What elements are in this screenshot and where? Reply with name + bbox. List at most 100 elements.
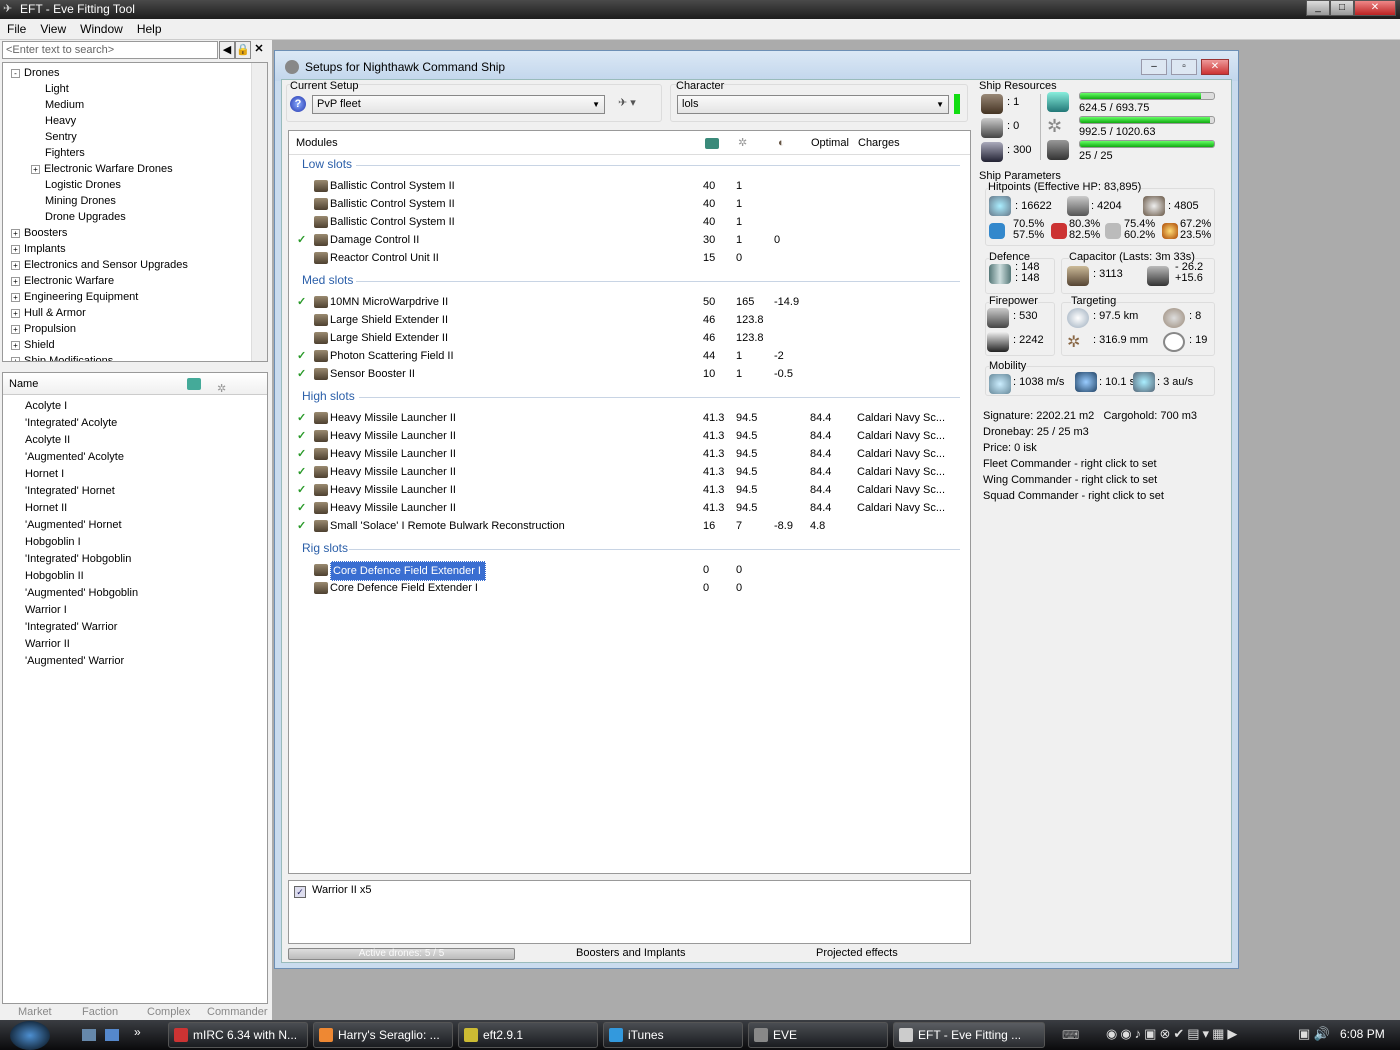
online-check-icon[interactable]: ✓: [297, 445, 306, 463]
drone-checkbox[interactable]: ✓: [294, 886, 306, 898]
minimize-button[interactable]: _: [1306, 0, 1330, 16]
tree-node[interactable]: Light: [45, 81, 69, 97]
menu-view[interactable]: View: [33, 19, 73, 39]
taskbar-button[interactable]: EFT - Eve Fitting ...: [893, 1022, 1045, 1048]
tree-node[interactable]: + Hull & Armor: [11, 305, 86, 321]
tab-boosters-implants[interactable]: Boosters and Implants: [576, 947, 685, 959]
tree-node[interactable]: Medium: [45, 97, 84, 113]
tree-node[interactable]: + Electronic Warfare: [11, 273, 114, 289]
expand-icon[interactable]: +: [11, 260, 20, 270]
module-row[interactable]: ✓ Heavy Missile Launcher II 41.3 94.5 84.4 Ca…: [289, 499, 970, 517]
tree-node[interactable]: Sentry: [45, 129, 77, 145]
tab-complex[interactable]: Complex: [147, 1006, 190, 1018]
setup-select[interactable]: PvP fleet ▼: [312, 95, 605, 114]
back-icon[interactable]: ◀: [219, 41, 235, 59]
tree-node[interactable]: Drone Upgrades: [45, 209, 126, 225]
tree-node[interactable]: - Drones: [11, 65, 59, 81]
clock[interactable]: 6:08 PM: [1340, 1027, 1385, 1041]
list-item[interactable]: 'Augmented' Hobgoblin: [25, 585, 138, 602]
expand-icon[interactable]: +: [11, 308, 20, 318]
module-row[interactable]: Ballistic Control System II 40 1: [289, 195, 970, 213]
tab-market[interactable]: Market: [18, 1006, 52, 1018]
expand-icon[interactable]: +: [11, 356, 20, 361]
network-volume-icon[interactable]: ▣ 🔊: [1298, 1026, 1330, 1042]
show-desktop-icon[interactable]: [82, 1029, 96, 1041]
start-button[interactable]: [10, 1021, 50, 1050]
module-row[interactable]: ✓ Photon Scattering Field II 44 1 -2: [289, 347, 970, 365]
tray-icons[interactable]: ◉◉♪▣⊗✔▤▾▦▶: [1106, 1026, 1240, 1042]
column-optimal[interactable]: Optimal: [811, 131, 849, 155]
online-check-icon[interactable]: ✓: [297, 463, 306, 481]
module-row[interactable]: ✓ Heavy Missile Launcher II 41.3 94.5 84.4 Ca…: [289, 463, 970, 481]
child-minimize-button[interactable]: –: [1141, 59, 1167, 75]
list-item[interactable]: Hobgoblin I: [25, 534, 81, 551]
taskbar-button[interactable]: Harry's Seraglio: ...: [313, 1022, 453, 1048]
list-item[interactable]: 'Augmented' Warrior: [25, 653, 124, 670]
character-select[interactable]: lols ▼: [677, 95, 949, 114]
close-icon[interactable]: ✕: [251, 41, 267, 59]
module-row[interactable]: ✓ Small 'Solace' I Remote Bulwark Reconst…: [289, 517, 970, 535]
online-check-icon[interactable]: ✓: [297, 499, 306, 517]
expand-icon[interactable]: +: [11, 324, 20, 334]
menu-file[interactable]: File: [0, 19, 33, 39]
capacitor-column-icon[interactable]: ◐: [778, 131, 785, 155]
switch-windows-icon[interactable]: [105, 1029, 119, 1041]
module-row[interactable]: ✓ Heavy Missile Launcher II 41.3 94.5 84.4 Ca…: [289, 427, 970, 445]
menu-help[interactable]: Help: [130, 19, 169, 39]
list-item[interactable]: 'Integrated' Acolyte: [25, 415, 117, 432]
online-check-icon[interactable]: ✓: [297, 517, 306, 535]
module-row[interactable]: ✓ Damage Control II 30 1 0: [289, 231, 970, 249]
expand-icon[interactable]: +: [11, 244, 20, 254]
collapse-icon[interactable]: -: [11, 68, 20, 78]
drone-item[interactable]: Warrior II x5: [312, 884, 372, 896]
list-item[interactable]: Acolyte I: [25, 398, 67, 415]
tab-commander[interactable]: Commander: [207, 1006, 268, 1018]
module-row[interactable]: Ballistic Control System II 40 1: [289, 177, 970, 195]
module-row[interactable]: ✓ Heavy Missile Launcher II 41.3 94.5 84.4 Ca…: [289, 445, 970, 463]
expand-icon[interactable]: +: [11, 228, 20, 238]
tree-node[interactable]: Heavy: [45, 113, 76, 129]
tab-faction[interactable]: Faction: [82, 1006, 118, 1018]
list-item[interactable]: 'Integrated' Warrior: [25, 619, 117, 636]
list-item[interactable]: Hornet I: [25, 466, 64, 483]
module-row[interactable]: ✓ 10MN MicroWarpdrive II 50 165 -14.9: [289, 293, 970, 311]
expand-icon[interactable]: +: [31, 164, 40, 174]
tree-node[interactable]: + Engineering Equipment: [11, 289, 138, 305]
expand-icon[interactable]: +: [11, 292, 20, 302]
powergrid-column-icon[interactable]: ✲: [738, 131, 747, 155]
module-row[interactable]: ✓ Heavy Missile Launcher II 41.3 94.5 84.4 Ca…: [289, 409, 970, 427]
expand-icon[interactable]: +: [11, 276, 20, 286]
list-item[interactable]: Hobgoblin II: [25, 568, 84, 585]
column-modules[interactable]: Modules: [296, 131, 338, 155]
column-charges[interactable]: Charges: [858, 131, 900, 155]
online-check-icon[interactable]: ✓: [297, 365, 306, 383]
module-row[interactable]: Ballistic Control System II 40 1: [289, 213, 970, 231]
list-item[interactable]: Warrior I: [25, 602, 67, 619]
online-check-icon[interactable]: ✓: [297, 293, 306, 311]
module-row[interactable]: ✓ Heavy Missile Launcher II 41.3 94.5 84.4 Ca…: [289, 481, 970, 499]
close-button[interactable]: ✕: [1354, 0, 1396, 16]
taskbar-button[interactable]: mIRC 6.34 with N...: [168, 1022, 308, 1048]
module-row[interactable]: Large Shield Extender II 46 123.8: [289, 329, 970, 347]
list-item[interactable]: Warrior II: [25, 636, 70, 653]
tree-node[interactable]: Mining Drones: [45, 193, 116, 209]
tree-node[interactable]: + Shield: [11, 337, 55, 353]
tree-node[interactable]: + Propulsion: [11, 321, 76, 337]
module-row[interactable]: Core Defence Field Extender I 0 0: [289, 561, 970, 581]
cpu-column-icon[interactable]: [705, 138, 719, 149]
tab-projected-effects[interactable]: Projected effects: [816, 947, 898, 959]
lock-icon[interactable]: 🔒: [235, 41, 251, 59]
child-restore-button[interactable]: ▫: [1171, 59, 1197, 75]
list-header[interactable]: Name ✲: [3, 373, 267, 395]
list-item[interactable]: 'Augmented' Acolyte: [25, 449, 124, 466]
quicklaunch-more-icon[interactable]: »: [134, 1025, 141, 1039]
tree-node[interactable]: Fighters: [45, 145, 85, 161]
tree-node[interactable]: + Electronics and Sensor Upgrades: [11, 257, 188, 273]
list-item[interactable]: Hornet II: [25, 500, 67, 517]
module-row[interactable]: Core Defence Field Extender I 0 0: [289, 579, 970, 597]
menu-window[interactable]: Window: [73, 19, 130, 39]
tab-active-drones[interactable]: Active drones: 5 / 5: [288, 948, 515, 960]
ship-info-line[interactable]: Fleet Commander - right click to set: [983, 456, 1197, 472]
online-check-icon[interactable]: ✓: [297, 409, 306, 427]
taskbar-button[interactable]: EVE: [748, 1022, 888, 1048]
